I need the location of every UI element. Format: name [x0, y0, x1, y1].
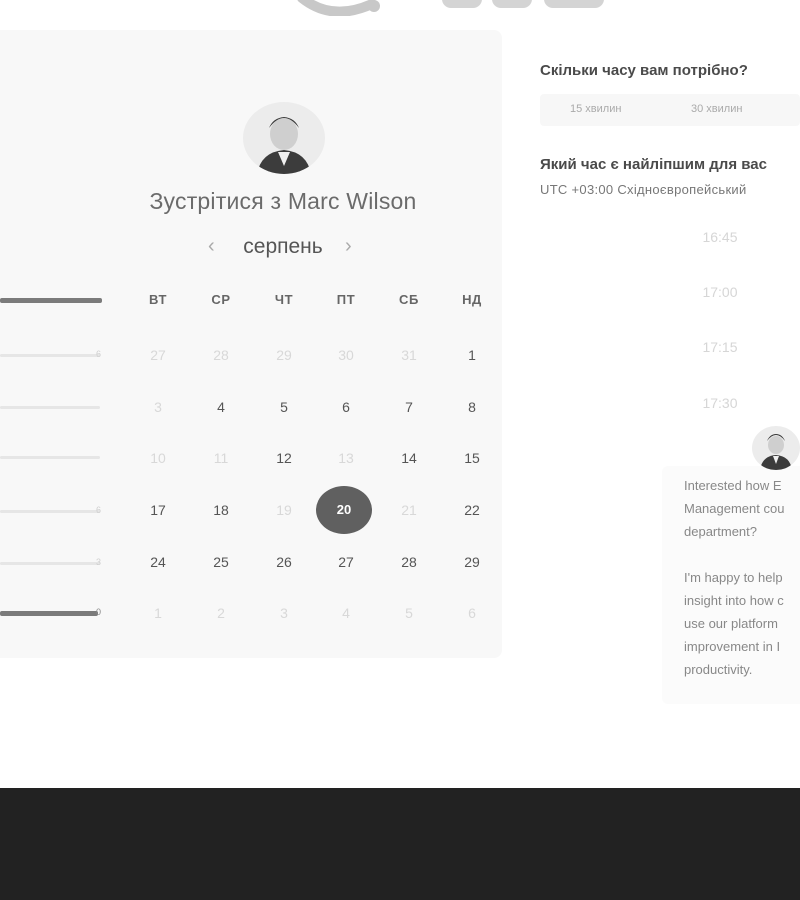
calendar-day[interactable]: 6: [318, 383, 374, 431]
calendar-day[interactable]: 22: [444, 486, 500, 534]
calendar-day[interactable]: 12: [256, 434, 312, 482]
time-slot[interactable]: 17:15: [660, 339, 780, 355]
message-line: improvement in I: [684, 639, 781, 654]
left-bar-row: [0, 456, 100, 459]
message-line: Interested how E: [684, 478, 782, 493]
calendar-day: 19: [276, 502, 292, 518]
weekday-label: ЧТ: [274, 292, 294, 307]
calendar-day[interactable]: 8: [444, 383, 500, 431]
calendar-day: 30: [338, 347, 354, 363]
duration-options: 15 хвилин 30 хвилин: [540, 94, 800, 126]
timezone-label[interactable]: UTC +03:00 Східноєвропейський: [540, 182, 747, 197]
calendar-day[interactable]: 26: [256, 538, 312, 586]
host-name: Marc Wilson: [287, 188, 417, 214]
person-avatar-icon: [257, 117, 311, 174]
left-bar-footer: [0, 611, 98, 616]
calendar-day[interactable]: 5: [256, 383, 312, 431]
calendar-day: 5: [405, 605, 413, 621]
time-slot[interactable]: 17:00: [660, 284, 780, 300]
calendar-day[interactable]: 28: [381, 538, 437, 586]
duration-option-30[interactable]: 30 хвилин: [691, 103, 742, 115]
message-line: I'm happy to help: [684, 570, 783, 585]
calendar-day: 11: [213, 450, 229, 466]
left-bar-row: [0, 406, 100, 409]
calendar-day: 3: [154, 399, 162, 415]
time-slot[interactable]: 17:30: [660, 395, 780, 411]
calendar-day[interactable]: 25: [193, 538, 249, 586]
left-bar-tick: 6: [96, 349, 102, 359]
left-bar-tick: 3: [96, 557, 102, 567]
calendar-day: 4: [342, 605, 350, 621]
calendar-day: 31: [401, 347, 417, 363]
message-line: department?: [684, 524, 757, 539]
left-bar-row: [0, 354, 100, 357]
message-line: insight into how c: [684, 593, 784, 608]
calendar-day[interactable]: 15: [444, 434, 500, 482]
chevron-right-icon[interactable]: ›: [345, 235, 352, 258]
calendar-day: 29: [276, 347, 292, 363]
calendar-day[interactable]: 1: [444, 331, 500, 379]
month-navigator: ‹ серпень ›: [200, 232, 366, 262]
left-bar-tick: 6: [96, 505, 102, 515]
calendar-day: 21: [401, 502, 417, 518]
message-line: Management cou: [684, 501, 785, 516]
weekday-label: НД: [462, 292, 482, 307]
calendar-day[interactable]: 29: [444, 538, 500, 586]
calendar-day: 13: [338, 450, 354, 466]
time-slot[interactable]: 16:45: [660, 229, 780, 245]
page-footer: [0, 788, 800, 900]
host-avatar: [243, 102, 325, 174]
calendar-day[interactable]: 27: [318, 538, 374, 586]
person-avatar-icon: [760, 434, 792, 470]
message-line: use our platform: [684, 616, 778, 631]
calendar-day-selected[interactable]: 20: [316, 486, 372, 534]
month-label: серпень: [243, 235, 323, 258]
calendar-day: 28: [213, 347, 229, 363]
message-line: productivity.: [684, 662, 753, 677]
calendar-day: 27: [150, 347, 166, 363]
calendar-day[interactable]: 17: [130, 486, 186, 534]
meeting-title-prefix: Зустрітися з: [149, 188, 282, 214]
left-bar-row: [0, 562, 100, 565]
calendar-day[interactable]: 18: [193, 486, 249, 534]
calendar-day: 2: [217, 605, 225, 621]
weekday-label: ВТ: [148, 292, 168, 307]
left-bar-row: [0, 510, 100, 513]
calendar-day[interactable]: 4: [193, 383, 249, 431]
meeting-title: Зустрітися з Marc Wilson: [0, 188, 566, 215]
duration-option-15[interactable]: 15 хвилин: [570, 103, 621, 115]
calendar-day: 1: [154, 605, 162, 621]
calendar-day[interactable]: 14: [381, 434, 437, 482]
calendar-day: 6: [468, 605, 476, 621]
calendar-day[interactable]: 7: [381, 383, 437, 431]
weekday-label: ПТ: [336, 292, 356, 307]
brand-logo-icon: [297, 0, 604, 16]
weekday-label: СР: [211, 292, 231, 307]
weekday-label: СБ: [399, 292, 419, 307]
calendar-day[interactable]: 24: [130, 538, 186, 586]
left-bar-header: [0, 298, 102, 303]
time-question: Який час є найліпшим для вас: [540, 156, 767, 173]
host-avatar-small: [752, 426, 800, 470]
calendar-day: 3: [280, 605, 288, 621]
calendar-day: 10: [150, 450, 166, 466]
duration-question: Скільки часу вам потрібно?: [540, 62, 748, 79]
left-bar-tick: 0: [96, 607, 102, 617]
